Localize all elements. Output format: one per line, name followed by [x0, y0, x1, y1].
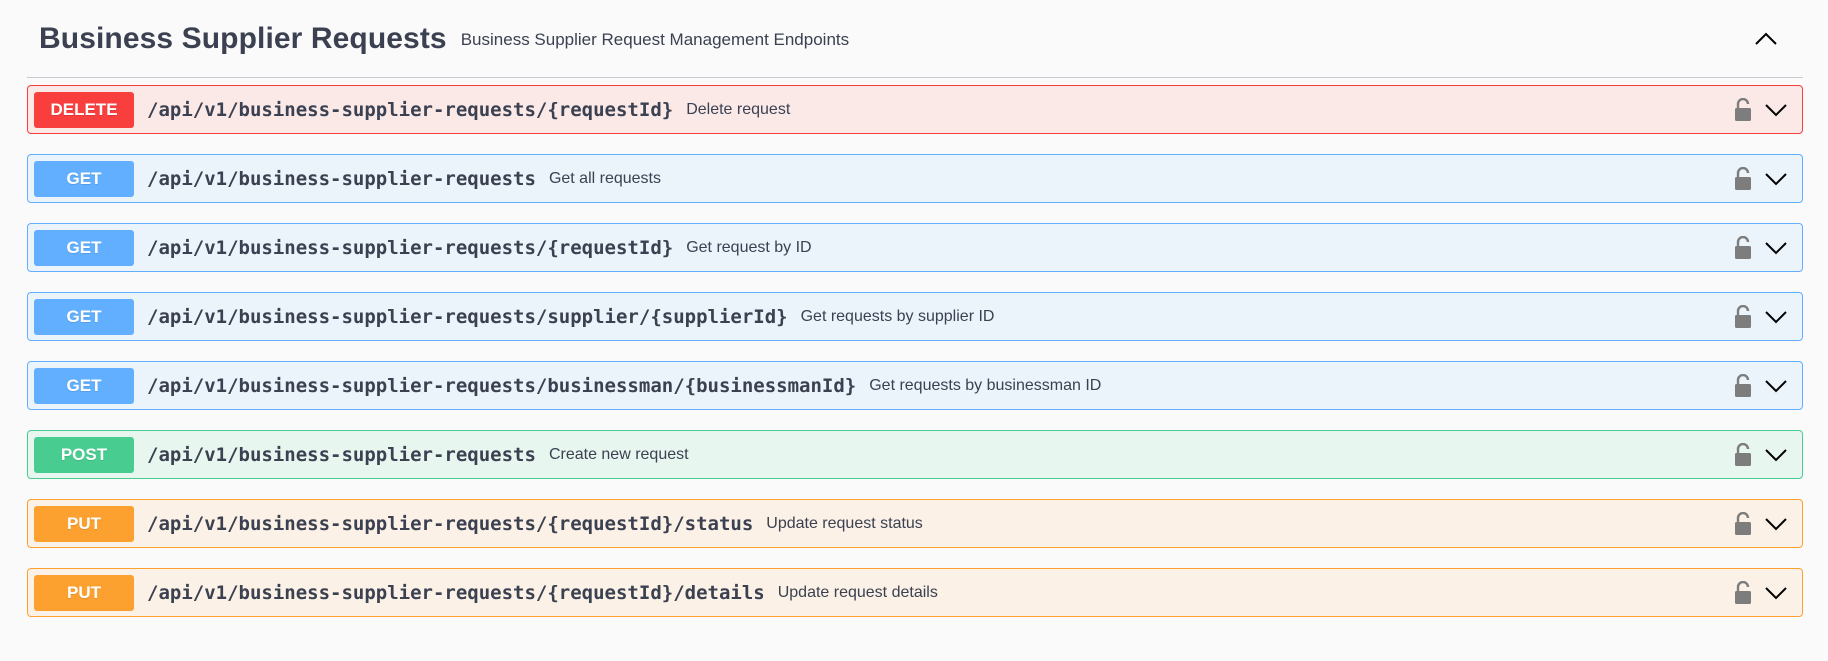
operation-path: /api/v1/business-supplier-requests: [147, 167, 536, 190]
operation-block[interactable]: POST /api/v1/business-supplier-requests …: [27, 430, 1803, 479]
authorize-button[interactable]: [1732, 96, 1754, 124]
operation-summary: Get all requests: [548, 169, 661, 187]
expand-operation-button[interactable]: [1762, 96, 1790, 124]
lock-icon: [1735, 304, 1751, 328]
operation-block[interactable]: GET /api/v1/business-supplier-requests/{…: [27, 223, 1803, 272]
operation-summary: Get requests by supplier ID: [800, 307, 995, 325]
chevron-up-icon: [1755, 32, 1777, 45]
operation-path: /api/v1/business-supplier-requests: [147, 443, 536, 466]
authorize-button[interactable]: [1732, 303, 1754, 331]
chevron-down-icon: [1765, 586, 1787, 599]
tag-section: Business Supplier Requests Business Supp…: [27, 0, 1803, 637]
lock-icon: [1735, 97, 1751, 121]
operation-block[interactable]: DELETE /api/v1/business-supplier-request…: [27, 85, 1803, 134]
chevron-down-icon: [1765, 379, 1787, 392]
authorize-button[interactable]: [1732, 165, 1754, 193]
operation-block[interactable]: PUT /api/v1/business-supplier-requests/{…: [27, 568, 1803, 617]
chevron-down-icon: [1765, 517, 1787, 530]
operation-path: /api/v1/business-supplier-requests/{requ…: [147, 98, 674, 121]
method-badge: GET: [34, 298, 134, 335]
operations-list: DELETE /api/v1/business-supplier-request…: [27, 85, 1803, 617]
expand-operation-button[interactable]: [1762, 510, 1790, 538]
chevron-down-icon: [1765, 172, 1787, 185]
operation-path: /api/v1/business-supplier-requests/{requ…: [147, 236, 674, 259]
authorize-button[interactable]: [1732, 441, 1754, 469]
authorize-button[interactable]: [1732, 234, 1754, 262]
operation-summary: Get request by ID: [686, 238, 812, 256]
lock-icon: [1735, 511, 1751, 535]
lock-icon: [1735, 235, 1751, 259]
chevron-down-icon: [1765, 310, 1787, 323]
lock-icon: [1735, 166, 1751, 190]
authorize-button[interactable]: [1732, 372, 1754, 400]
chevron-down-icon: [1765, 448, 1787, 461]
operation-path: /api/v1/business-supplier-requests/busin…: [147, 374, 857, 397]
operation-path: /api/v1/business-supplier-requests/{requ…: [147, 581, 765, 604]
method-badge: GET: [34, 160, 134, 197]
method-badge: POST: [34, 436, 134, 473]
method-badge: GET: [34, 229, 134, 266]
operation-summary: Create new request: [548, 445, 689, 463]
expand-operation-button[interactable]: [1762, 579, 1790, 607]
lock-icon: [1735, 373, 1751, 397]
method-badge: PUT: [34, 505, 134, 542]
operation-path: /api/v1/business-supplier-requests/suppl…: [147, 305, 788, 328]
tag-header[interactable]: Business Supplier Requests Business Supp…: [27, 0, 1803, 78]
method-badge: GET: [34, 367, 134, 404]
method-badge: DELETE: [34, 91, 134, 128]
operation-path: /api/v1/business-supplier-requests/{requ…: [147, 512, 754, 535]
authorize-button[interactable]: [1732, 579, 1754, 607]
operation-summary: Delete request: [686, 100, 791, 118]
expand-operation-button[interactable]: [1762, 441, 1790, 469]
authorize-button[interactable]: [1732, 510, 1754, 538]
operation-block[interactable]: GET /api/v1/business-supplier-requests G…: [27, 154, 1803, 203]
expand-operation-button[interactable]: [1762, 234, 1790, 262]
operation-summary: Update request status: [766, 514, 923, 532]
operation-block[interactable]: PUT /api/v1/business-supplier-requests/{…: [27, 499, 1803, 548]
expand-operation-button[interactable]: [1762, 372, 1790, 400]
tag-description: Business Supplier Request Management End…: [460, 29, 850, 49]
chevron-down-icon: [1765, 103, 1787, 116]
operation-block[interactable]: GET /api/v1/business-supplier-requests/s…: [27, 292, 1803, 341]
operation-summary: Update request details: [777, 583, 938, 601]
expand-operation-button[interactable]: [1762, 165, 1790, 193]
tag-title[interactable]: Business Supplier Requests: [39, 22, 447, 56]
operation-summary: Get requests by businessman ID: [869, 376, 1102, 394]
method-badge: PUT: [34, 574, 134, 611]
expand-operation-button[interactable]: [1762, 303, 1790, 331]
operation-block[interactable]: GET /api/v1/business-supplier-requests/b…: [27, 361, 1803, 410]
lock-icon: [1735, 580, 1751, 604]
chevron-down-icon: [1765, 241, 1787, 254]
collapse-section-button[interactable]: [1749, 22, 1783, 56]
lock-icon: [1735, 442, 1751, 466]
